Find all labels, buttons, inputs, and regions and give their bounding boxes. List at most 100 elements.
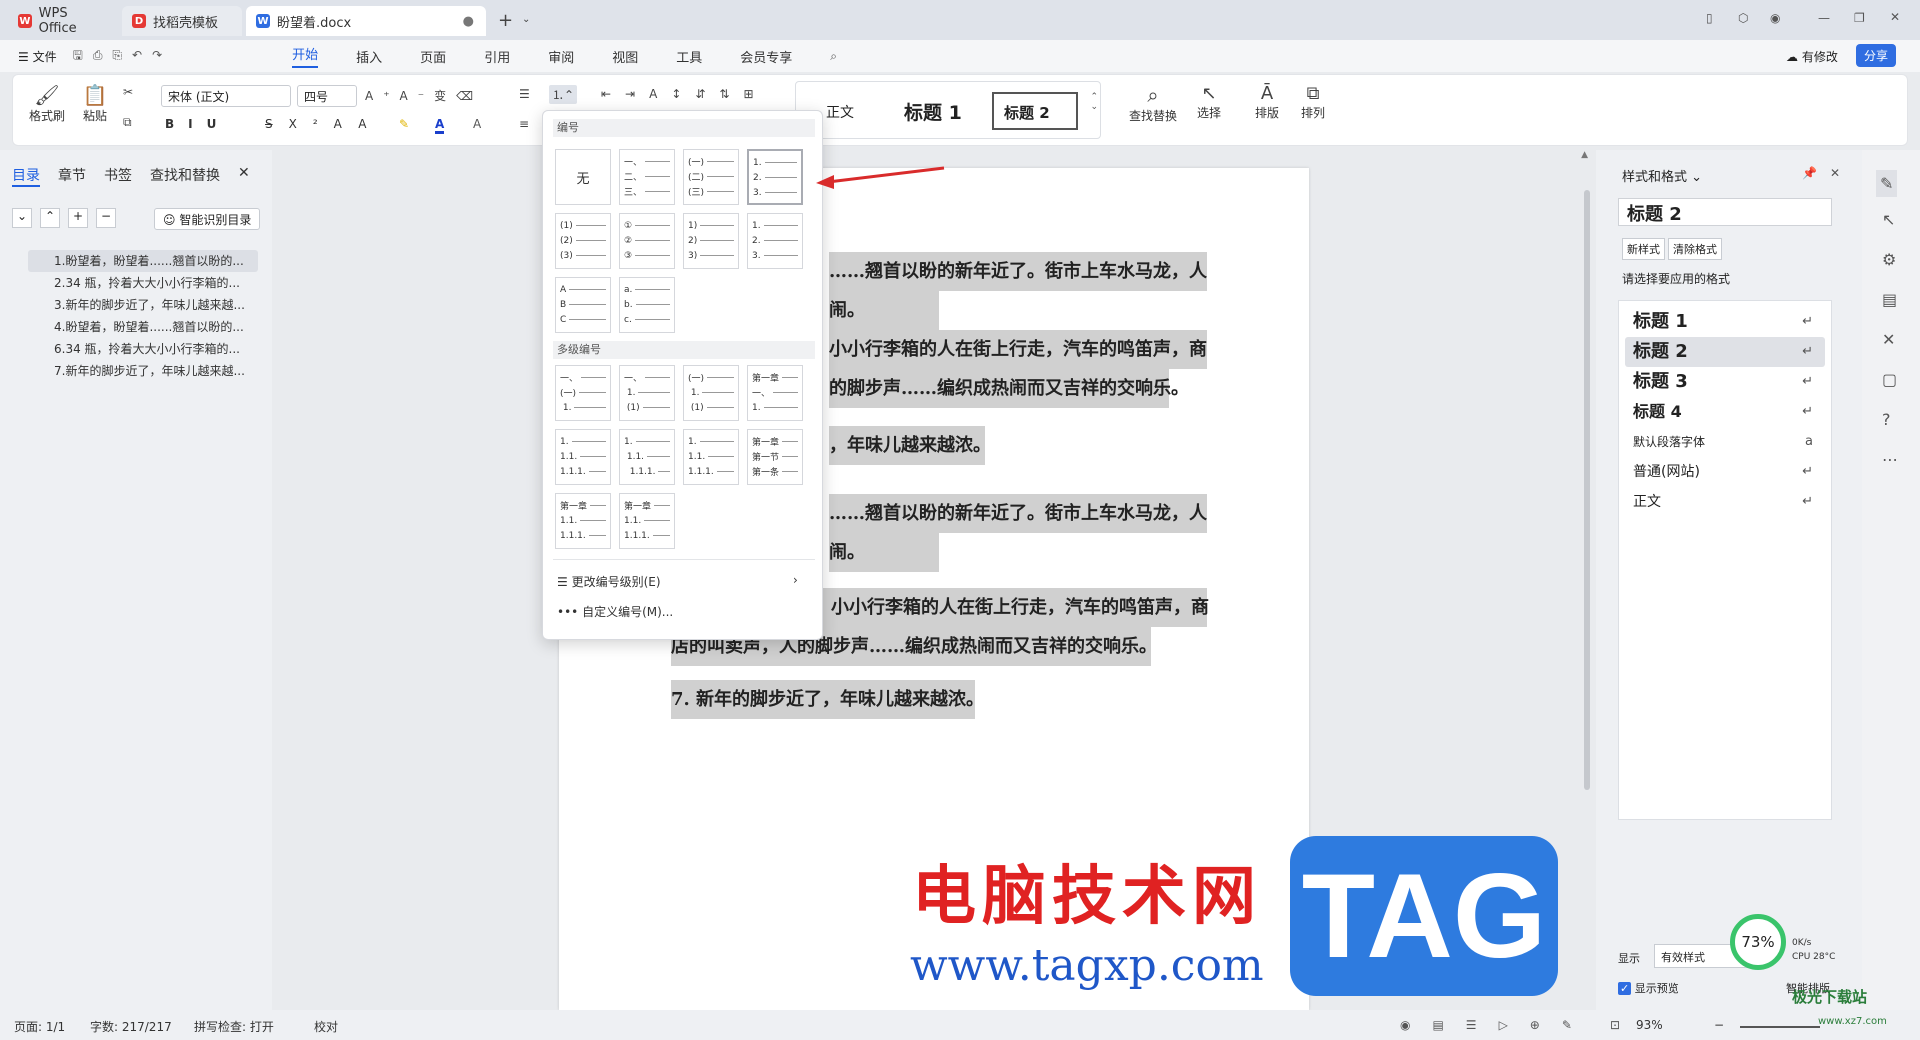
close-icon[interactable]: ✕	[1830, 166, 1840, 180]
find-replace-button[interactable]: ⌕ 查找替换	[1123, 83, 1183, 124]
current-style-select[interactable]: 标题 2	[1618, 198, 1832, 226]
menu-insert[interactable]: 插入	[356, 47, 382, 66]
menu-tools[interactable]: 工具	[676, 47, 702, 66]
style-item[interactable]: 标题 3 ↵	[1625, 367, 1825, 397]
select-pointer-icon[interactable]: ↖	[1882, 210, 1895, 229]
toc-item[interactable]: 6.34 瓶，拎着大大小小行李箱的...	[28, 338, 258, 360]
help-icon[interactable]: ?	[1882, 410, 1891, 429]
cube-icon[interactable]: ⬡	[1738, 11, 1748, 25]
style-item[interactable]: 标题 2 ↵	[1625, 337, 1825, 367]
file-menu[interactable]: ☰ 文件	[18, 48, 57, 65]
share-button[interactable]: 分享	[1856, 44, 1897, 67]
toc-item[interactable]: 1.盼望着，盼望着......翘首以盼的...	[28, 250, 258, 272]
multilevel-option[interactable]: 1. 1.1. 1.1.1.	[555, 429, 611, 485]
toc-item[interactable]: 7.新年的脚步近了，年味儿越来越...	[28, 360, 258, 382]
toc-item[interactable]: 4.盼望着，盼望着......翘首以盼的...	[28, 316, 258, 338]
tab-close-icon[interactable]: ●	[463, 14, 474, 29]
numbering-decimal-dot[interactable]: 1. 2. 3.	[747, 149, 803, 205]
scissors-icon[interactable]: ✂	[123, 85, 133, 99]
styles-panel-title[interactable]: 样式和格式 ⌄	[1622, 166, 1702, 185]
tab-document[interactable]: W 盼望着.docx ●	[246, 6, 486, 36]
text-format-icons[interactable]: BIU	[165, 117, 230, 131]
change-level-item[interactable]: ☰ 更改编号级别(E) ›	[557, 573, 798, 590]
zoom-slider[interactable]	[1740, 1026, 1820, 1028]
adjust-icon[interactable]: ⚙	[1882, 250, 1896, 269]
style-item[interactable]: 标题 1 ↵	[1625, 307, 1825, 337]
bullet-list-icon[interactable]: ☰	[519, 87, 530, 101]
gallery-scroll-icon[interactable]: ⌃ ⌄	[1090, 92, 1098, 112]
clear-format-button[interactable]: 清除格式	[1668, 238, 1722, 260]
multilevel-option[interactable]: 第一章 1.1. 1.1.1.	[619, 493, 675, 549]
font-color-icon[interactable]: A	[435, 117, 445, 134]
numbering-chinese[interactable]: 一、 二、 三、	[619, 149, 675, 205]
tab-find-replace[interactable]: 查找和替换	[150, 165, 220, 185]
quick-access-icons[interactable]: 🖫⎙⎘↶↷	[73, 46, 173, 67]
highlight-icon[interactable]: ✎	[399, 117, 409, 131]
multilevel-option[interactable]: 第一章 第一节 第一条	[747, 429, 803, 485]
remove-icon[interactable]: −	[96, 208, 116, 228]
level-up-icon[interactable]: ⌃	[40, 208, 60, 228]
paste-button[interactable]: 📋 粘贴	[75, 83, 115, 124]
pen-icon[interactable]: ✎	[1876, 170, 1898, 197]
style-heading2[interactable]: 标题 2	[992, 92, 1078, 130]
collapse-icon[interactable]: ⌄	[12, 208, 32, 228]
numbering-upper-alpha[interactable]: ABC	[555, 277, 611, 333]
align-left-icon[interactable]: ≡	[519, 117, 529, 131]
custom-numbering-item[interactable]: ••• 自定义编号(M)...	[557, 603, 673, 620]
tab-template[interactable]: D 找稻壳模板	[122, 6, 242, 36]
word-count[interactable]: 字数: 217/217	[90, 1018, 172, 1035]
tab-chapter[interactable]: 章节	[58, 165, 86, 185]
restore-icon[interactable]: ❐	[1854, 11, 1865, 25]
close-window-icon[interactable]: ✕	[1890, 10, 1900, 24]
avatar[interactable]: ◉	[1770, 11, 1780, 25]
menu-home[interactable]: 开始	[292, 44, 319, 68]
style-item[interactable]: 正文 ↵	[1625, 487, 1825, 517]
menu-review[interactable]: 审阅	[548, 47, 574, 66]
menu-page[interactable]: 页面	[420, 47, 446, 66]
select-button[interactable]: ↖ 选择	[1189, 83, 1229, 121]
numbering-icon[interactable]: ⒈⌃	[549, 85, 578, 104]
page-count[interactable]: 页面: 1/1	[14, 1018, 65, 1035]
search-icon[interactable]: ⌕	[830, 49, 837, 64]
menu-reference[interactable]: 引用	[484, 47, 510, 66]
menu-member[interactable]: 会员专享	[740, 47, 792, 66]
font-tools-icons[interactable]: A⁺A⁻变⌫	[365, 87, 483, 104]
arrange-button[interactable]: ⧉ 排列	[1293, 83, 1333, 121]
toc-item[interactable]: 2.34 瓶，拎着大大小小行李箱的...	[28, 272, 258, 294]
new-tab-icon[interactable]: +	[498, 10, 513, 31]
has-changes[interactable]: ☁ 有修改	[1786, 48, 1838, 65]
more-icon[interactable]: ⋯	[1882, 450, 1898, 469]
scroll-up-icon[interactable]: ▲	[1581, 150, 1588, 160]
numbering-chinese-paren[interactable]: (一) (二) (三)	[683, 149, 739, 205]
style-normal[interactable]: 正文	[826, 102, 854, 122]
edit-box-icon[interactable]: ▤	[1882, 290, 1897, 309]
multilevel-option[interactable]: (一) 1. (1)	[683, 365, 739, 421]
zoom-level[interactable]: 93%	[1636, 1018, 1663, 1032]
tools-icon[interactable]: ✕	[1882, 330, 1895, 349]
spell-check[interactable]: 拼写检查: 打开	[194, 1018, 274, 1035]
font-family-select[interactable]: 宋体 (正文)	[161, 85, 291, 107]
style-item[interactable]: 普通(网站) ↵	[1625, 457, 1825, 487]
add-icon[interactable]: +	[68, 208, 88, 228]
minimize-icon[interactable]: —	[1818, 11, 1830, 25]
style-heading1[interactable]: 标题 1	[904, 98, 962, 125]
perf-gauge[interactable]: 73%	[1730, 914, 1786, 970]
numbering-lower-alpha[interactable]: a. b. c.	[619, 277, 675, 333]
format-painter-button[interactable]: 🖌 格式刷	[27, 83, 67, 124]
font-size-select[interactable]: 四号	[297, 85, 357, 107]
style-item[interactable]: 默认段落字体 a	[1625, 427, 1825, 457]
close-panel-icon[interactable]: ✕	[238, 165, 250, 181]
numbering-paren-number[interactable]: (1) (2) (3)	[555, 213, 611, 269]
paragraph-icons[interactable]: ⇤⇥A↕⇵⇅⊞	[601, 87, 768, 101]
multilevel-option[interactable]: 一、 (一) 1.	[555, 365, 611, 421]
multilevel-option[interactable]: 1. 1.1. 1.1.1.	[619, 429, 675, 485]
fit-page-icon[interactable]: ⊡	[1610, 1018, 1620, 1032]
multilevel-option[interactable]: 第一章 1.1. 1.1.1.	[555, 493, 611, 549]
proofread[interactable]: 校对	[314, 1018, 338, 1035]
multilevel-option[interactable]: 第一章 一、 1.	[747, 365, 803, 421]
new-style-button[interactable]: 新样式	[1622, 238, 1665, 260]
book-icon[interactable]: ▢	[1882, 370, 1897, 389]
tab-wps-office[interactable]: W WPS Office	[8, 6, 118, 36]
show-preview-checkbox[interactable]: ✓ 显示预览	[1618, 980, 1679, 996]
tab-toc[interactable]: 目录	[12, 165, 40, 187]
